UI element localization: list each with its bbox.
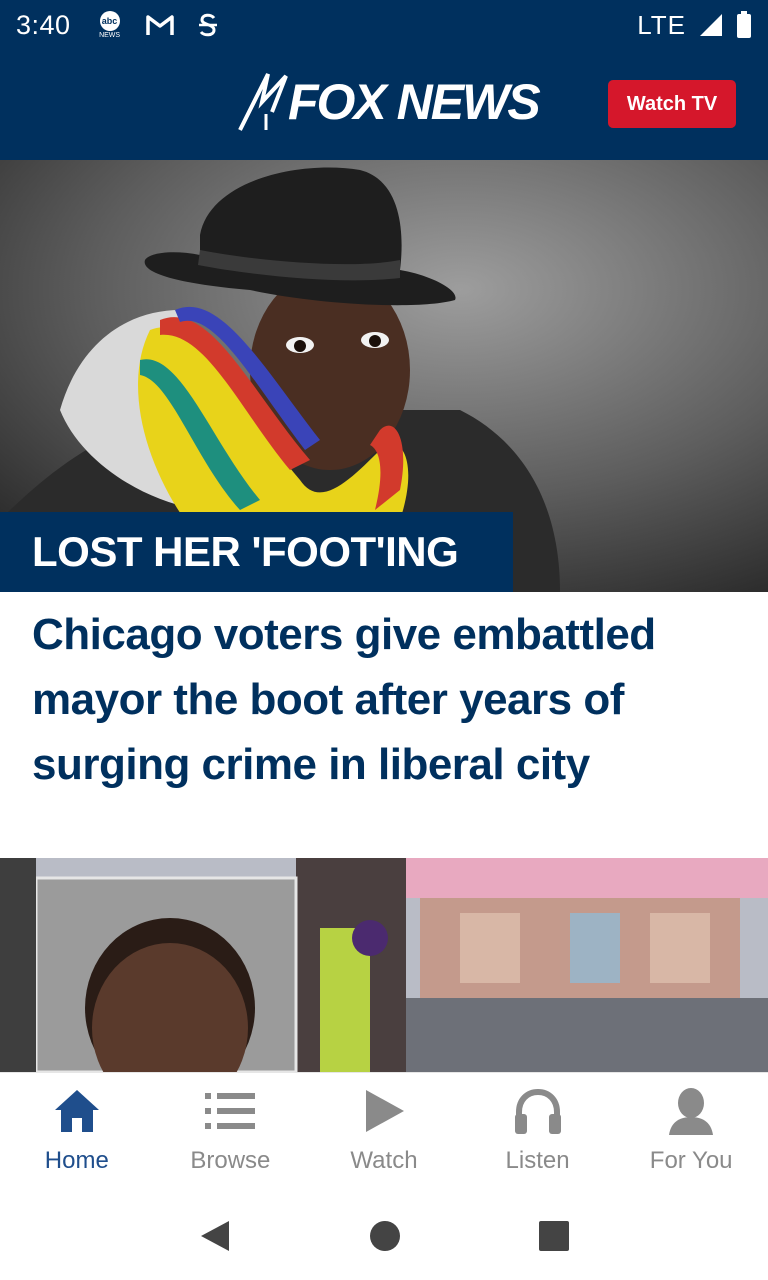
home-icon [54,1090,99,1132]
battery-icon [737,11,751,38]
status-bar: 3:40 abc NEWS LTE [0,0,768,50]
searchlight-icon [238,73,288,131]
home-circle-icon[interactable] [369,1220,401,1252]
system-nav-bar [0,1192,768,1280]
bottom-nav: Home Browse Watch Listen For You [0,1072,768,1192]
hero-story[interactable]: LOST HER 'FOOT'ING [0,160,768,592]
app-icon [198,13,217,37]
fox-news-logo[interactable]: FOX NEWS [238,72,541,132]
nav-for-you[interactable]: For You [614,1073,768,1192]
nav-home[interactable]: Home [0,1073,154,1192]
watch-tv-button[interactable]: Watch TV [608,80,736,128]
story-headline[interactable]: Chicago voters give embattled mayor the … [32,602,732,797]
nav-browse[interactable]: Browse [154,1073,308,1192]
notification-icons: abc NEWS [97,11,219,39]
status-time: 3:40 [16,9,71,40]
network-type: LTE [637,9,686,40]
recents-icon[interactable] [539,1221,569,1251]
logo-text: FOX NEWS [288,74,541,130]
status-right: LTE [637,10,752,41]
headphones-icon [514,1088,561,1134]
signal-icon [700,14,722,36]
play-icon [365,1090,404,1132]
story-kicker: LOST HER 'FOOT'ING [0,512,513,592]
abc-news-icon: abc NEWS [97,11,123,39]
app-header: FOX NEWS Watch TV [0,50,768,160]
list-icon [205,1093,256,1129]
person-icon [669,1088,714,1135]
back-icon[interactable] [199,1219,231,1253]
gmail-icon [145,15,174,35]
second-story-photo [0,858,768,1072]
nav-listen[interactable]: Listen [461,1073,615,1192]
nav-watch[interactable]: Watch [307,1073,461,1192]
second-story-image[interactable] [0,858,768,1072]
